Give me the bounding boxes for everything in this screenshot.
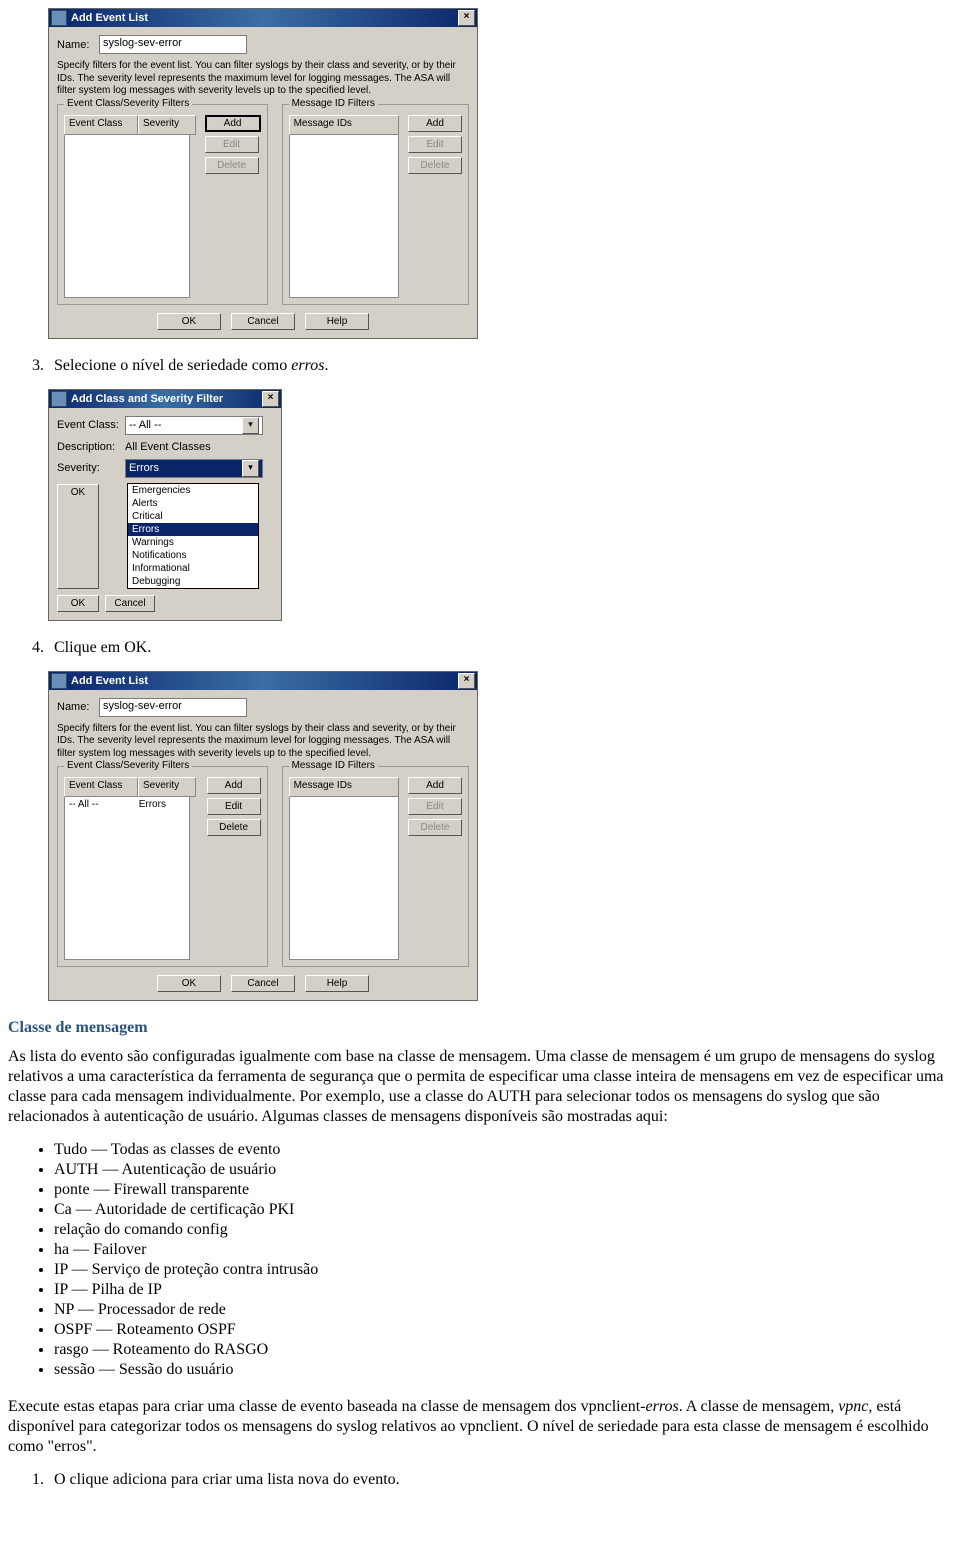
add-button[interactable]: Add (205, 115, 261, 132)
ok-button[interactable]: OK (57, 484, 99, 589)
list-item: OSPF — Roteamento OSPF (54, 1321, 952, 1339)
message-id-group: Message ID Filters Message IDs Add Edit … (282, 104, 469, 305)
add-button[interactable]: Add (408, 777, 462, 794)
list-item: relação do comando config (54, 1221, 952, 1239)
add-class-severity-dialog: Add Class and Severity Filter × Event Cl… (48, 389, 282, 621)
col-severity[interactable]: Severity (138, 777, 196, 797)
list-item: ponte — Firewall transparente (54, 1181, 952, 1199)
list-item: sessão — Sessão do usuário (54, 1361, 952, 1379)
message-class-list: Tudo — Todas as classes de evento AUTH —… (8, 1141, 952, 1379)
cancel-button-bottom[interactable]: Cancel (105, 595, 155, 612)
edit-button: Edit (408, 798, 462, 815)
delete-button: Delete (205, 157, 259, 174)
edit-button: Edit (205, 136, 259, 153)
step-1-last: 1. O clique adiciona para criar uma list… (32, 1471, 952, 1489)
severity-option[interactable]: Emergencies (128, 484, 258, 497)
event-class-severity-group: Event Class/Severity Filters Event Class… (57, 104, 268, 305)
paragraph: As lista do evento são configuradas igua… (8, 1047, 952, 1127)
window-title: Add Class and Severity Filter (71, 393, 262, 405)
window-icon (51, 673, 67, 689)
ok-button-bottom[interactable]: OK (57, 595, 99, 612)
add-event-list-dialog-1: Add Event List × Name: syslog-sev-error … (48, 8, 478, 339)
chevron-down-icon[interactable]: ▾ (242, 417, 259, 434)
titlebar: Add Event List × (49, 672, 477, 690)
col-message-ids[interactable]: Message IDs (289, 115, 399, 135)
window-icon (51, 391, 67, 407)
message-id-group: Message ID Filters Message IDs Add Edit … (282, 766, 469, 967)
severity-option[interactable]: Critical (128, 510, 258, 523)
window-icon (51, 10, 67, 26)
col-event-class[interactable]: Event Class (64, 115, 138, 135)
event-class-table: -- All -- Errors (64, 797, 190, 960)
table-cell[interactable]: Errors (135, 797, 189, 815)
name-label: Name: (57, 39, 99, 51)
window-title: Add Event List (71, 12, 458, 24)
severity-select[interactable]: Errors▾ (125, 459, 263, 478)
ok-button[interactable]: OK (157, 313, 221, 330)
dialog-description: Specify filters for the event list. You … (57, 60, 469, 98)
paragraph: Execute estas etapas para criar uma clas… (8, 1397, 952, 1457)
event-class-select[interactable]: -- All --▾ (125, 416, 263, 435)
col-event-class[interactable]: Event Class (64, 777, 138, 797)
edit-button: Edit (408, 136, 462, 153)
severity-label: Severity: (57, 462, 125, 474)
help-button[interactable]: Help (305, 313, 369, 330)
table-cell[interactable]: -- All -- (65, 797, 135, 815)
delete-button[interactable]: Delete (207, 819, 261, 836)
close-icon[interactable]: × (458, 673, 475, 689)
description-value: All Event Classes (125, 441, 211, 453)
list-item: IP — Serviço de proteção contra intrusão (54, 1261, 952, 1279)
message-id-table (289, 135, 399, 298)
severity-option[interactable]: Debugging (128, 575, 258, 588)
group-label: Message ID Filters (289, 98, 378, 109)
name-input[interactable]: syslog-sev-error (99, 35, 247, 54)
delete-button: Delete (408, 157, 462, 174)
titlebar: Add Event List × (49, 9, 477, 27)
cancel-button[interactable]: Cancel (231, 975, 295, 992)
name-input[interactable]: syslog-sev-error (99, 698, 247, 717)
add-button[interactable]: Add (207, 777, 261, 794)
list-item: Tudo — Todas as classes de evento (54, 1141, 952, 1159)
group-label: Message ID Filters (289, 760, 378, 771)
step-3: 3. Selecione o nível de seriedade como e… (32, 357, 952, 375)
add-button[interactable]: Add (408, 115, 462, 132)
list-item: AUTH — Autenticação de usuário (54, 1161, 952, 1179)
section-heading: Classe de mensagem (8, 1019, 952, 1037)
severity-option[interactable]: Warnings (128, 536, 258, 549)
close-icon[interactable]: × (262, 391, 279, 407)
severity-option[interactable]: Informational (128, 562, 258, 575)
step-4: 4. Clique em OK. (32, 639, 952, 657)
col-severity[interactable]: Severity (138, 115, 196, 135)
add-event-list-dialog-2: Add Event List × Name: syslog-sev-error … (48, 671, 478, 1002)
edit-button[interactable]: Edit (207, 798, 261, 815)
chevron-down-icon[interactable]: ▾ (242, 460, 259, 477)
group-label: Event Class/Severity Filters (64, 98, 192, 109)
cancel-button[interactable]: Cancel (231, 313, 295, 330)
group-label: Event Class/Severity Filters (64, 760, 192, 771)
event-class-label: Event Class: (57, 419, 125, 431)
event-class-table (64, 135, 190, 298)
severity-option[interactable]: Notifications (128, 549, 258, 562)
titlebar: Add Class and Severity Filter × (49, 390, 281, 408)
message-id-table (289, 797, 399, 960)
list-item: Ca — Autoridade de certificação PKI (54, 1201, 952, 1219)
severity-dropdown-list: Emergencies Alerts Critical Errors Warni… (127, 483, 259, 589)
description-label: Description: (57, 441, 125, 453)
severity-option-selected[interactable]: Errors (128, 523, 258, 536)
ok-button[interactable]: OK (157, 975, 221, 992)
col-message-ids[interactable]: Message IDs (289, 777, 399, 797)
event-class-severity-group: Event Class/Severity Filters Event Class… (57, 766, 268, 967)
name-label: Name: (57, 701, 99, 713)
window-title: Add Event List (71, 675, 458, 687)
list-item: ha — Failover (54, 1241, 952, 1259)
list-item: rasgo — Roteamento do RASGO (54, 1341, 952, 1359)
severity-option[interactable]: Alerts (128, 497, 258, 510)
delete-button: Delete (408, 819, 462, 836)
help-button[interactable]: Help (305, 975, 369, 992)
dialog-description: Specify filters for the event list. You … (57, 723, 469, 761)
close-icon[interactable]: × (458, 10, 475, 26)
list-item: IP — Pilha de IP (54, 1281, 952, 1299)
